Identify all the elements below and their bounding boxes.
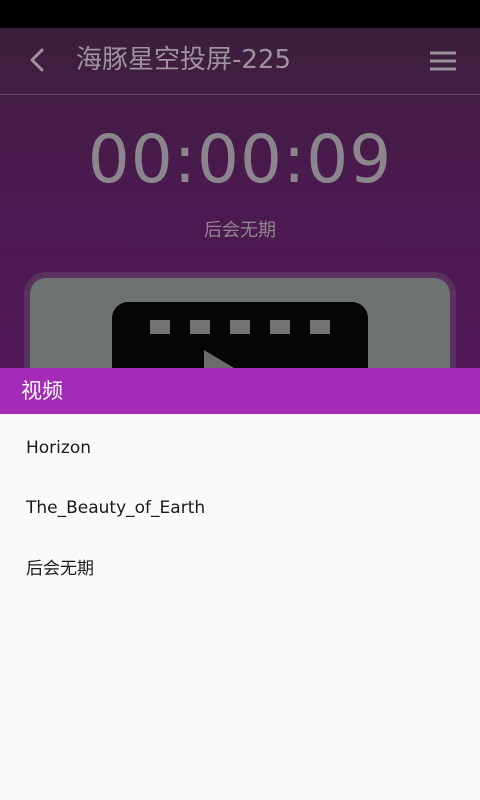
screen: 海豚星空投屏-225 00:00:09 后会无期 视频 Horizon The_… xyxy=(0,0,480,800)
film-hole-icon xyxy=(190,320,210,334)
play-icon xyxy=(204,350,244,368)
list-item-label: 后会无期 xyxy=(26,559,94,579)
status-bar xyxy=(0,0,480,28)
film-hole-icon xyxy=(150,320,170,334)
current-media-title: 后会无期 xyxy=(204,220,276,241)
video-list: Horizon The_Beauty_of_Earth 后会无期 xyxy=(0,414,480,800)
chevron-left-icon xyxy=(18,42,58,78)
back-button[interactable] xyxy=(18,42,58,78)
film-hole-icon xyxy=(230,320,250,334)
list-item-beauty-of-earth[interactable]: The_Beauty_of_Earth xyxy=(0,478,480,538)
playback-timer: 00:00:09 xyxy=(87,121,393,198)
film-hole-icon xyxy=(310,320,330,334)
list-item-horizon[interactable]: Horizon xyxy=(0,418,480,478)
menu-button[interactable] xyxy=(426,46,460,76)
list-item-label: The_Beauty_of_Earth xyxy=(26,498,206,518)
video-sheet-title: 视频 xyxy=(21,379,63,403)
video-clapper-icon xyxy=(112,302,368,368)
player-screen: 海豚星空投屏-225 00:00:09 后会无期 xyxy=(0,28,480,368)
player-title: 海豚星空投屏-225 xyxy=(76,45,292,75)
film-hole-icon xyxy=(270,320,290,334)
video-sheet-header: 视频 xyxy=(0,368,480,414)
menu-icon xyxy=(426,51,460,80)
player-toolbar: 海豚星空投屏-225 xyxy=(0,28,480,95)
list-item-label: Horizon xyxy=(26,438,91,458)
list-item-houhuiwuqi[interactable]: 后会无期 xyxy=(0,539,480,599)
